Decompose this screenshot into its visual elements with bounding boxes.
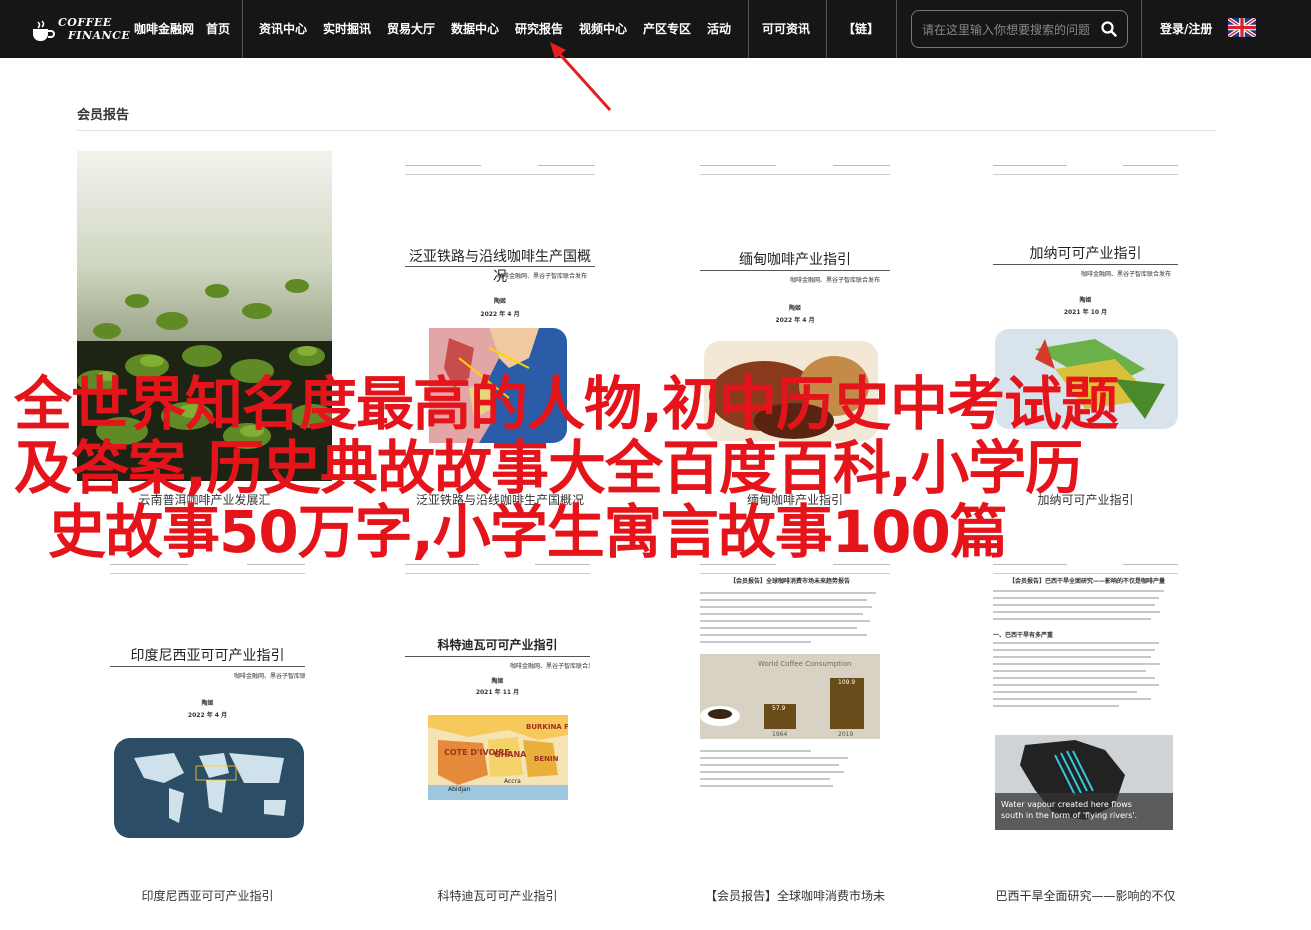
doc-rule	[110, 666, 305, 667]
doc-heading: 一、巴西干旱有多严重	[993, 632, 1054, 639]
overlay-line-1: 全世界知名度最高的人物,初中历史中考试题	[14, 370, 1119, 438]
doc-publisher: 咖啡金融网、黑谷子智库联合发布	[497, 273, 588, 280]
doc-header	[993, 564, 1178, 574]
doc-rule	[993, 264, 1178, 265]
nav-item-data-center[interactable]: 数据中心	[451, 0, 499, 58]
photo-caption: Water vapour created here flows	[1001, 800, 1132, 809]
photo-caption: south in the form of 'flying rivers'.	[1001, 811, 1137, 820]
nav-item-home[interactable]: 首页	[206, 0, 230, 58]
doc-date: 2022 年 4 月	[480, 311, 520, 318]
logo-line-2: FINANCE	[68, 29, 131, 42]
doc-author: 陶姬	[491, 678, 504, 685]
nav-divider	[748, 0, 749, 58]
doc-title: 加纳可可产业指引	[1029, 246, 1142, 262]
doc-date: 2022 年 4 月	[187, 712, 228, 719]
doc-title: 缅甸咖啡产业指引	[739, 252, 851, 268]
nav-divider	[1141, 0, 1142, 58]
africa-map-image: BURKINA FASO COTE D'IVOIRE GHANA BENIN A…	[428, 715, 568, 800]
brazil-map-photo: Water vapour created here flows south in…	[995, 735, 1173, 830]
doc-header	[405, 165, 595, 175]
nav-item-news[interactable]: 资讯中心	[259, 0, 307, 58]
consumption-chart: World Coffee Consumption 57.9 109.9 1964…	[700, 654, 880, 739]
nav-item-realtime[interactable]: 实时掘讯	[323, 0, 371, 58]
doc-publisher: 咖啡金融网、黑谷子智库联合发布	[510, 663, 590, 670]
login-register-link[interactable]: 登录/注册	[1160, 0, 1212, 58]
report-cover: 【会员报告】全球咖啡消费市场未来趋势报告 World Coffee Consum…	[700, 560, 890, 860]
report-card[interactable]: 印度尼西亚可可产业指引 咖啡金融网、黑谷子智库联合发布 陶姬 2022 年 4 …	[110, 560, 305, 910]
report-cover: 科特迪瓦可可产业指引 咖啡金融网、黑谷子智库联合发布 陶姬 2021 年 11 …	[405, 560, 590, 860]
card-caption[interactable]: 【会员报告】全球咖啡消费市场未	[695, 887, 895, 904]
doc-header	[700, 165, 890, 175]
report-cover: 印度尼西亚可可产业指引 咖啡金融网、黑谷子智库联合发布 陶姬 2022 年 4 …	[110, 560, 305, 860]
doc-title: 【会员报告】全球咖啡消费市场未来趋势报告	[730, 578, 851, 585]
nav-item-coffee-finance[interactable]: 咖啡金融网	[134, 0, 194, 58]
doc-rule	[405, 266, 595, 267]
doc-title: 印度尼西亚可可产业指引	[130, 648, 285, 664]
world-map-image	[114, 738, 304, 838]
search-icon[interactable]	[1101, 21, 1117, 37]
report-card[interactable]: 【会员报告】全球咖啡消费市场未来趋势报告 World Coffee Consum…	[700, 560, 890, 910]
coffee-cup-icon	[33, 20, 55, 41]
doc-text-block	[700, 592, 885, 648]
top-navbar: COFFEE FINANCE 咖啡金融网 首页 资讯中心 实时掘讯 贸易大厅 数…	[0, 0, 1311, 58]
doc-title: 科特迪瓦可可产业指引	[437, 638, 558, 652]
doc-header	[993, 165, 1178, 175]
nav-item-trade-hall[interactable]: 贸易大厅	[387, 0, 435, 58]
card-caption[interactable]: 科特迪瓦可可产业指引	[405, 887, 590, 904]
logo-line-1: COFFEE	[58, 16, 112, 29]
section-title: 会员报告	[77, 108, 130, 123]
doc-publisher: 咖啡金融网、黑谷子智库联合发布	[234, 673, 305, 680]
doc-publisher: 咖啡金融网、黑谷子智库联合发布	[1081, 271, 1172, 278]
card-caption[interactable]: 印度尼西亚可可产业指引	[110, 887, 305, 904]
doc-text-block	[993, 642, 1173, 712]
nav-item-cocoa-news[interactable]: 可可资讯	[762, 0, 810, 58]
map-label: Abidjan	[448, 786, 471, 793]
nav-divider	[826, 0, 827, 58]
section-divider	[77, 130, 1217, 131]
chart-value-label: 109.9	[838, 679, 855, 686]
search-box	[911, 10, 1128, 48]
doc-date: 2021 年 11 月	[475, 689, 520, 696]
doc-date: 2022 年 4 月	[775, 317, 815, 324]
overlay-line-2: 及答案,历史典故故事大全百度百科,小学历	[14, 434, 1083, 502]
nav-item-production-zone[interactable]: 产区专区	[643, 0, 691, 58]
chart-value-label: 57.9	[772, 705, 786, 712]
doc-author: 陶姬	[1079, 297, 1092, 304]
site-logo[interactable]: COFFEE FINANCE	[30, 8, 130, 50]
chart-year-label: 1964	[772, 731, 787, 738]
doc-author: 陶姬	[493, 298, 506, 305]
doc-rule	[700, 270, 890, 271]
report-cover: 【会员报告】巴西干旱全面研究——影响的不仅是咖啡产量 一、巴西干旱有多严重 Wa…	[993, 560, 1178, 860]
doc-rule	[405, 656, 590, 657]
nav-divider	[242, 0, 243, 58]
chart-title: World Coffee Consumption	[758, 660, 851, 668]
annotation-arrow	[550, 42, 612, 112]
report-card[interactable]: 【会员报告】巴西干旱全面研究——影响的不仅是咖啡产量 一、巴西干旱有多严重 Wa…	[993, 560, 1178, 910]
doc-author: 陶姬	[788, 305, 801, 312]
map-label: GHANA	[494, 750, 527, 759]
doc-publisher: 咖啡金融网、黑谷子智库联合发布	[790, 277, 881, 284]
overlay-line-3: 史故事50万字,小学生寓言故事100篇	[48, 498, 1008, 566]
logo-text: COFFEE FINANCE	[58, 16, 130, 42]
map-label: BENIN	[534, 755, 559, 763]
nav-item-events[interactable]: 活动	[707, 0, 731, 58]
doc-text-block	[993, 590, 1173, 625]
map-label: BURKINA FASO	[526, 723, 568, 731]
report-card[interactable]: 科特迪瓦可可产业指引 咖啡金融网、黑谷子智库联合发布 陶姬 2021 年 11 …	[405, 560, 590, 910]
doc-author: 陶姬	[201, 700, 214, 707]
doc-text-block	[700, 750, 885, 792]
chart-year-label: 2019	[838, 731, 853, 738]
nav-item-chain[interactable]: 【链】	[843, 0, 879, 58]
map-label: Accra	[504, 778, 521, 785]
search-input[interactable]	[922, 20, 1097, 40]
doc-date: 2021 年 10 月	[1063, 309, 1108, 316]
uk-flag-icon[interactable]	[1228, 18, 1256, 37]
nav-divider	[896, 0, 897, 58]
overlay-headline: 全世界知名度最高的人物,初中历史中考试题 及答案,历史典故故事大全百度百科,小学…	[14, 372, 1284, 564]
card-caption[interactable]: 巴西干旱全面研究——影响的不仅	[988, 887, 1183, 904]
doc-title: 【会员报告】巴西干旱全面研究——影响的不仅是咖啡产量	[1009, 578, 1166, 585]
